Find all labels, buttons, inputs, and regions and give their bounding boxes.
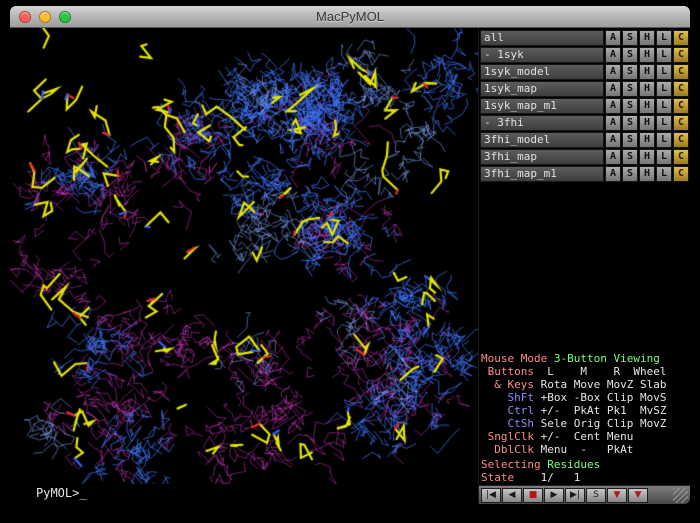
title-bar[interactable]: MacPyMOL — [10, 6, 690, 28]
object-row-1syk[interactable]: - 1syk A S H L C — [480, 47, 689, 63]
viewport-column: PyMOL>_ — [10, 28, 478, 504]
state-label: State — [481, 471, 514, 484]
show-button[interactable]: S — [622, 30, 638, 46]
command-prompt[interactable]: PyMOL>_ — [10, 484, 478, 504]
label-button[interactable]: L — [656, 166, 672, 182]
color-button[interactable]: C — [673, 115, 689, 131]
object-name[interactable]: 1syk_model — [480, 64, 604, 80]
label-button[interactable]: L — [656, 98, 672, 114]
action-button[interactable]: A — [605, 149, 621, 165]
macpymol-window: MacPyMOL PyMOL>_ all A S H L C - 1syk A — [10, 6, 690, 504]
record-alt-button[interactable]: ▼ — [628, 488, 648, 503]
show-button[interactable]: S — [622, 115, 638, 131]
show-button[interactable]: S — [622, 81, 638, 97]
object-name[interactable]: 3fhi_model — [480, 132, 604, 148]
color-button[interactable]: C — [673, 47, 689, 63]
label-button[interactable]: L — [656, 81, 672, 97]
control-panel: all A S H L C - 1syk A S H L C 1syk_mode… — [478, 28, 690, 504]
scene-button[interactable]: S — [586, 488, 606, 503]
object-name[interactable]: - 3fhi — [480, 115, 604, 131]
show-button[interactable]: S — [622, 149, 638, 165]
action-button[interactable]: A — [605, 166, 621, 182]
zoom-button[interactable] — [59, 11, 71, 23]
selecting-mode-label[interactable]: Selecting — [481, 458, 541, 471]
action-button[interactable]: A — [605, 98, 621, 114]
object-name[interactable]: - 1syk — [480, 47, 604, 63]
forward-end-button[interactable]: ▶| — [565, 488, 585, 503]
record-button[interactable]: ▼ — [607, 488, 627, 503]
object-name[interactable]: 1syk_map_m1 — [480, 98, 604, 114]
viewport-canvas[interactable] — [10, 28, 478, 484]
object-row-1syk-map[interactable]: 1syk_map A S H L C — [480, 81, 689, 97]
object-row-3fhi-model[interactable]: 3fhi_model A S H L C — [480, 132, 689, 148]
minimize-button[interactable] — [39, 11, 51, 23]
action-button[interactable]: A — [605, 115, 621, 131]
object-name[interactable]: 1syk_map — [480, 81, 604, 97]
rewind-start-button[interactable]: |◀ — [481, 488, 501, 503]
object-name[interactable]: all — [480, 30, 604, 46]
hide-button[interactable]: H — [639, 47, 655, 63]
label-button[interactable]: L — [656, 64, 672, 80]
mouse-mode-label[interactable]: Mouse Mode — [481, 352, 547, 365]
object-row-all[interactable]: all A S H L C — [480, 30, 689, 46]
label-button[interactable]: L — [656, 47, 672, 63]
show-button[interactable]: S — [622, 98, 638, 114]
show-button[interactable]: S — [622, 166, 638, 182]
color-button[interactable]: C — [673, 149, 689, 165]
play-button[interactable]: ▶ — [544, 488, 564, 503]
mouse-mode-panel: Mouse Mode 3-Button Viewing Buttons L M … — [479, 350, 690, 485]
hide-button[interactable]: H — [639, 81, 655, 97]
color-button[interactable]: C — [673, 30, 689, 46]
object-row-1syk-map-m1[interactable]: 1syk_map_m1 A S H L C — [480, 98, 689, 114]
hide-button[interactable]: H — [639, 166, 655, 182]
color-button[interactable]: C — [673, 64, 689, 80]
close-button[interactable] — [19, 11, 31, 23]
object-row-3fhi[interactable]: - 3fhi A S H L C — [480, 115, 689, 131]
show-button[interactable]: S — [622, 47, 638, 63]
hide-button[interactable]: H — [639, 98, 655, 114]
object-name[interactable]: 3fhi_map — [480, 149, 604, 165]
action-button[interactable]: A — [605, 81, 621, 97]
color-button[interactable]: C — [673, 81, 689, 97]
show-button[interactable]: S — [622, 64, 638, 80]
action-button[interactable]: A — [605, 47, 621, 63]
step-back-button[interactable]: ◀ — [502, 488, 522, 503]
object-row-3fhi-map[interactable]: 3fhi_map A S H L C — [480, 149, 689, 165]
playback-bar: |◀ ◀ ■ ▶ ▶| S ▼ ▼ — [479, 485, 690, 504]
show-button[interactable]: S — [622, 132, 638, 148]
panel-spacer — [479, 183, 690, 350]
hide-button[interactable]: H — [639, 149, 655, 165]
color-button[interactable]: C — [673, 132, 689, 148]
action-button[interactable]: A — [605, 132, 621, 148]
window-title: MacPyMOL — [10, 9, 690, 24]
label-button[interactable]: L — [656, 132, 672, 148]
color-button[interactable]: C — [673, 166, 689, 182]
hide-button[interactable]: H — [639, 132, 655, 148]
label-button[interactable]: L — [656, 115, 672, 131]
hide-button[interactable]: H — [639, 115, 655, 131]
object-list: all A S H L C - 1syk A S H L C 1syk_mode… — [479, 28, 690, 183]
action-button[interactable]: A — [605, 30, 621, 46]
object-name[interactable]: 3fhi_map_m1 — [480, 166, 604, 182]
action-button[interactable]: A — [605, 64, 621, 80]
label-button[interactable]: L — [656, 30, 672, 46]
resize-grip-icon[interactable] — [673, 488, 688, 503]
window-content: PyMOL>_ all A S H L C - 1syk A S H L — [10, 28, 690, 504]
object-row-1syk-model[interactable]: 1syk_model A S H L C — [480, 64, 689, 80]
object-row-3fhi-map-m1[interactable]: 3fhi_map_m1 A S H L C — [480, 166, 689, 182]
stop-button[interactable]: ■ — [523, 488, 543, 503]
color-button[interactable]: C — [673, 98, 689, 114]
label-button[interactable]: L — [656, 149, 672, 165]
hide-button[interactable]: H — [639, 64, 655, 80]
hide-button[interactable]: H — [639, 30, 655, 46]
